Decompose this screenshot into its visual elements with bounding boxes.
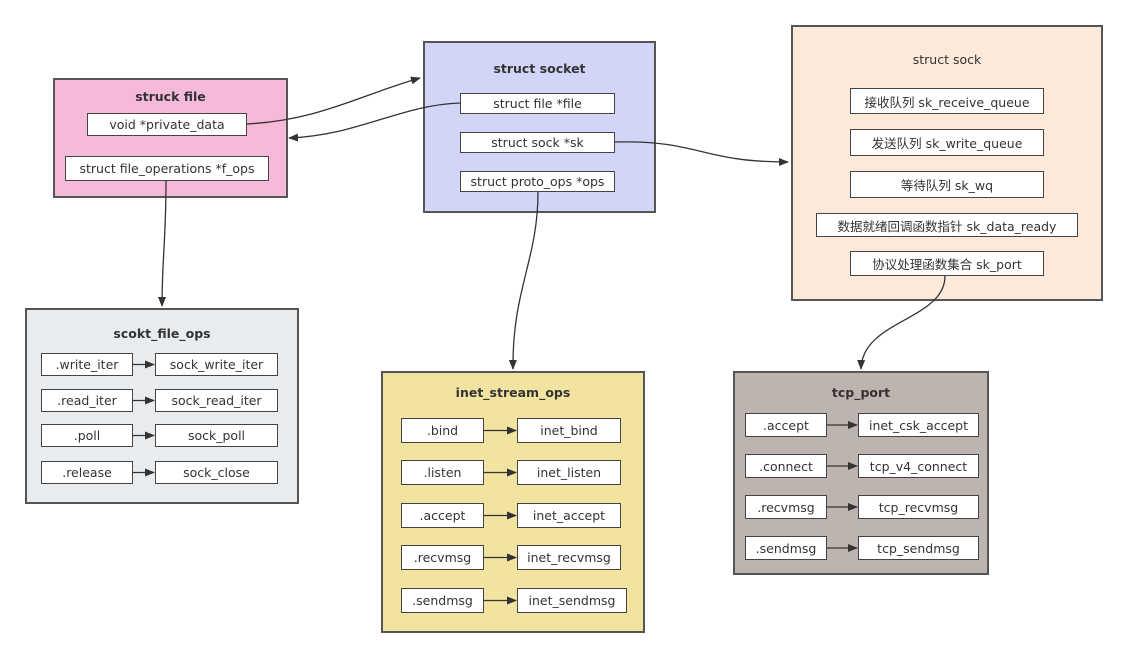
arrow-file-to-struck-file bbox=[288, 102, 461, 142]
connector-layer bbox=[133, 76, 946, 605]
arrow-f-ops-to-scokt-file-ops bbox=[158, 180, 167, 307]
arrow-sk-to-sock bbox=[614, 141, 789, 166]
arrow-private-data-to-socket bbox=[246, 76, 421, 125]
arrow-ops-to-inet-stream-ops bbox=[508, 191, 539, 370]
arrow-sk-port-to-tcp-port bbox=[857, 275, 946, 370]
diagram-canvas: struck file void *private_data struct fi… bbox=[0, 0, 1126, 656]
